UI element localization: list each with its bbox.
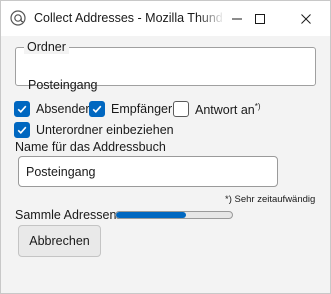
antwort-an-checkbox[interactable] xyxy=(173,101,189,117)
footnote: *) Sehr zeitaufwändig xyxy=(225,194,316,205)
title-bar[interactable]: Collect Addresses - Mozilla Thunderbird xyxy=(1,1,330,36)
maximize-button[interactable] xyxy=(237,1,283,36)
folder-group-legend: Ordner xyxy=(24,40,69,54)
progress-bar xyxy=(115,211,233,219)
empfaenger-label[interactable]: Empfänger xyxy=(111,102,172,116)
progress-label: Sammle Adressen: xyxy=(15,208,120,222)
close-button[interactable] xyxy=(283,1,329,36)
folder-value: Posteingang xyxy=(28,78,98,92)
close-icon xyxy=(301,13,311,24)
unterordner-label[interactable]: Unterordner einbeziehen xyxy=(36,123,174,137)
maximize-icon xyxy=(255,13,265,24)
checkmark-icon xyxy=(17,126,27,134)
thunderbird-icon xyxy=(10,10,26,26)
antwort-an-label[interactable]: Antwort an*) xyxy=(195,102,261,117)
footnote-marker: *) xyxy=(254,102,261,111)
checkmark-icon xyxy=(17,105,27,113)
dialog-content: Ordner Posteingang Absender Empfänger An… xyxy=(1,36,330,293)
dialog-window: Collect Addresses - Mozilla Thunderbird … xyxy=(0,0,331,294)
unterordner-checkbox[interactable] xyxy=(14,122,30,138)
cancel-button[interactable]: Abbrechen xyxy=(18,225,101,257)
checkmark-icon xyxy=(92,105,102,113)
empfaenger-checkbox[interactable] xyxy=(89,101,105,117)
addressbook-label: Name für das Addressbuch xyxy=(15,140,166,154)
window-title: Collect Addresses - Mozilla Thunderbird xyxy=(34,11,222,25)
absender-checkbox[interactable] xyxy=(14,101,30,117)
addressbook-name-input[interactable] xyxy=(18,156,278,187)
antwort-an-text: Antwort an xyxy=(195,103,255,118)
folder-group: Ordner Posteingang xyxy=(15,40,316,92)
progress-fill xyxy=(116,212,186,218)
absender-label[interactable]: Absender xyxy=(36,102,90,116)
